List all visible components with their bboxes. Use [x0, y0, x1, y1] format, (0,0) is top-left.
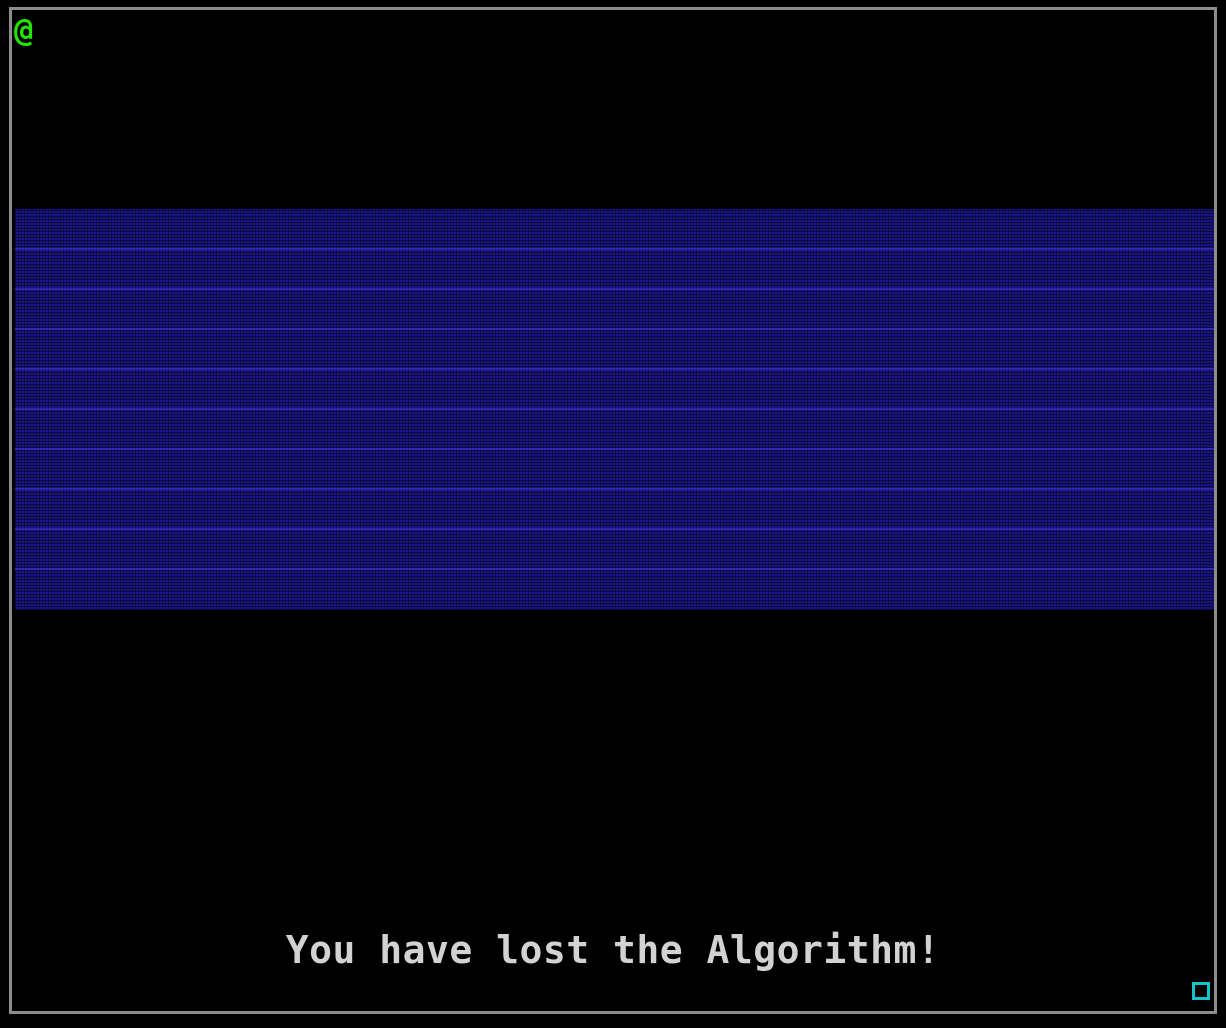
water-ripple [15, 528, 1214, 530]
water-ripple [15, 568, 1214, 570]
water-ripple [15, 328, 1214, 330]
water-ripple [15, 408, 1214, 410]
game-over-message: You have lost the Algorithm! [285, 928, 941, 972]
water-ripple [15, 288, 1214, 290]
water-ripple [15, 368, 1214, 370]
exit-square-icon [1192, 982, 1210, 1000]
game-board: @ You have lost the Algorithm! [9, 7, 1217, 1014]
water-ripple [15, 448, 1214, 450]
player-icon: @ [14, 11, 34, 49]
water-ripple [15, 488, 1214, 490]
water-band [15, 209, 1214, 610]
water-ripple [15, 248, 1214, 250]
